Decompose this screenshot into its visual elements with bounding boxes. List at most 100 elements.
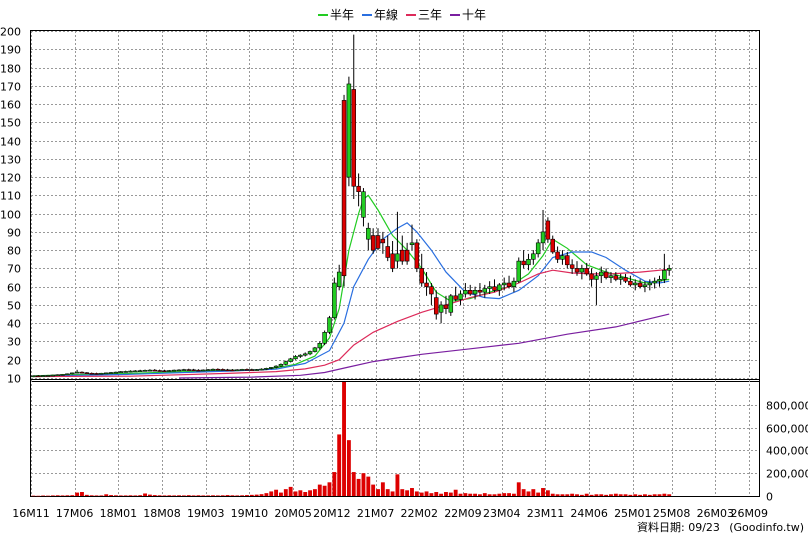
candle-body — [400, 249, 405, 262]
candle — [55, 374, 60, 377]
candle-body — [181, 369, 187, 371]
price-tick-label: 30 — [7, 336, 21, 349]
candle-body — [647, 282, 653, 286]
candle-body — [535, 242, 541, 255]
candle-body — [264, 368, 269, 370]
volume-bar — [264, 493, 269, 496]
volume-bar — [191, 495, 196, 496]
candle-body — [380, 238, 386, 244]
volume-y-axis: 0 200,000 400,000 600,000 800,000 — [766, 400, 808, 504]
volume-bar — [444, 492, 448, 496]
candle — [516, 257, 522, 284]
price-tick-label: 130 — [0, 154, 21, 167]
candle-body — [375, 235, 381, 249]
price-tick-label: 80 — [7, 245, 21, 258]
volume-bar — [482, 493, 487, 496]
candle-body — [45, 375, 51, 377]
volume-bar — [492, 494, 497, 496]
x-tick-label: 24M06 — [570, 507, 608, 520]
volume-bar — [390, 491, 395, 496]
x-tick-label: 22M09 — [444, 507, 482, 520]
volume-bar — [99, 495, 104, 496]
volume-bar — [36, 495, 41, 497]
candle — [31, 375, 36, 378]
x-tick-label: 26M09 — [731, 507, 769, 520]
candle-body — [79, 371, 85, 374]
candle — [103, 372, 109, 375]
candle-body — [467, 290, 473, 295]
price-tick-label: 160 — [0, 99, 21, 112]
candle-body — [623, 277, 628, 282]
candle-body — [31, 375, 36, 378]
volume-bar — [172, 495, 177, 496]
candle-body — [424, 282, 429, 287]
volume-bar — [536, 492, 541, 496]
volume-bar — [516, 482, 521, 496]
candle-body — [118, 371, 124, 373]
price-tick-label: 10 — [7, 373, 21, 386]
candle-body — [458, 293, 463, 300]
volume-bar — [118, 495, 123, 496]
volume-bar — [380, 482, 385, 496]
price-tick-label: 100 — [0, 209, 21, 222]
candle-body — [618, 277, 623, 280]
volume-bar — [647, 494, 652, 496]
price-y-axis: 10 20 30 40 50 60 70 80 90 100 110 120 130 140 150 160 1… — [0, 26, 21, 386]
candle — [60, 373, 65, 376]
candle-body — [443, 304, 449, 309]
volume-bar — [400, 489, 405, 496]
volume-bar — [643, 494, 647, 496]
candle — [264, 367, 269, 370]
legend-label-0: 半年 — [330, 8, 354, 22]
volume-plot-frame — [30, 379, 760, 497]
volume-bar — [468, 493, 473, 496]
candle-body — [385, 246, 390, 258]
volume-bar — [618, 494, 623, 496]
candle-body — [201, 369, 206, 372]
candle-body — [312, 347, 318, 352]
candle-body — [167, 370, 172, 372]
x-tick-label: 17M06 — [56, 507, 94, 520]
volume-gridlines — [31, 380, 759, 496]
candle — [327, 315, 332, 335]
volume-bar — [293, 491, 298, 496]
volume-tick-label: 400,000 — [766, 445, 808, 458]
candle-body — [307, 351, 313, 355]
volume-bar — [594, 494, 599, 496]
candle-body — [142, 370, 148, 372]
volume-bar — [104, 494, 109, 496]
volume-bar — [123, 495, 128, 496]
volume-bar — [113, 495, 118, 496]
volume-bar — [177, 495, 181, 496]
candle-body — [351, 89, 356, 187]
volume-bar — [196, 495, 201, 496]
x-tick-label: 25M01 — [614, 507, 652, 520]
candle-body — [366, 227, 371, 240]
volume-bar — [65, 495, 70, 496]
volume-bar — [235, 495, 240, 496]
volume-bar — [414, 491, 419, 496]
price-tick-label: 110 — [0, 190, 21, 203]
volume-bar — [162, 495, 167, 496]
volume-bar — [560, 494, 565, 496]
volume-bar — [303, 492, 308, 496]
volume-bar — [371, 484, 376, 496]
price-tick-label: 20 — [7, 355, 21, 368]
volume-bar — [613, 493, 618, 496]
volume-bar — [317, 484, 322, 496]
candle-body — [404, 249, 410, 262]
volume-bar — [201, 495, 206, 496]
candle-body — [288, 358, 293, 362]
x-tick-label: 18M01 — [100, 507, 138, 520]
volume-bar — [245, 495, 249, 496]
volume-bar — [473, 493, 478, 496]
candle-body — [60, 374, 65, 376]
candle-body — [594, 275, 599, 280]
candle-body — [176, 369, 182, 372]
stock-chart: 半年 年線 三年 十年 1020304050607080901001101201301… — [0, 7, 808, 534]
candle-body — [332, 282, 337, 319]
candle-body — [147, 369, 153, 372]
candle-body — [123, 371, 128, 373]
volume-bar — [147, 494, 152, 496]
candle-body — [565, 255, 570, 266]
